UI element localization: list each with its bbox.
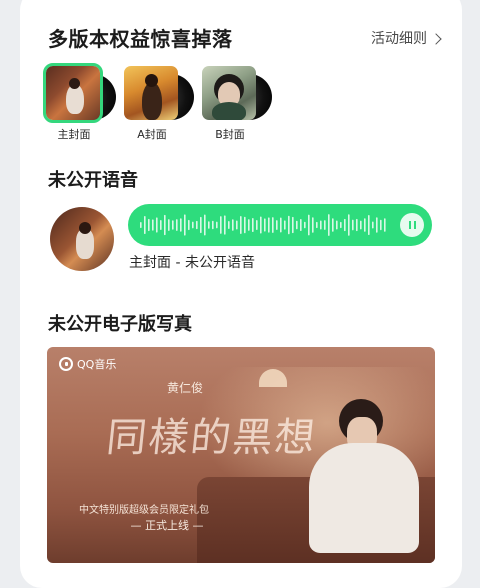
cover-thumbnail-b xyxy=(202,66,256,120)
waveform-bar xyxy=(220,216,222,234)
photobook-poster[interactable]: QQ音乐 黄仁俊 同樣的黑想 中文特别版超级会员限定礼包 — 正式上线 — xyxy=(47,347,435,563)
waveform-bar xyxy=(280,217,282,233)
cover-thumbnail-main xyxy=(43,63,103,123)
waveform xyxy=(140,214,386,236)
waveform-bar xyxy=(212,220,214,230)
waveform-bar xyxy=(168,219,170,231)
waveform-bar xyxy=(264,218,266,232)
waveform-bar xyxy=(144,215,146,235)
versions-title: 多版本权益惊喜掉落 xyxy=(48,27,233,51)
waveform-bar xyxy=(324,220,326,230)
waveform-bar xyxy=(140,222,142,228)
poster-artist: 黄仁俊 xyxy=(167,381,204,395)
waveform-bar xyxy=(208,221,210,229)
waveform-bar xyxy=(320,220,322,230)
waveform-bar xyxy=(156,217,158,233)
waveform-bar xyxy=(224,215,226,235)
waveform-bar xyxy=(184,214,186,236)
cover-option-a[interactable]: A封面 xyxy=(124,66,204,146)
voice-cover-thumbnail xyxy=(50,207,114,271)
waveform-bar xyxy=(248,219,250,231)
waveform-bar xyxy=(228,221,230,229)
waveform-bar xyxy=(256,220,258,230)
waveform-bar xyxy=(160,220,162,230)
pause-icon xyxy=(408,221,411,229)
chevron-right-icon xyxy=(430,33,442,45)
waveform-bar xyxy=(384,218,386,232)
waveform-bar xyxy=(288,215,290,235)
waveform-bar xyxy=(292,216,294,234)
waveform-bar xyxy=(188,219,190,231)
waveform-bar xyxy=(164,214,166,236)
cover-label-a: A封面 xyxy=(137,128,167,141)
activity-rules-label: 活动细则 xyxy=(371,31,427,47)
waveform-bar xyxy=(336,220,338,230)
waveform-bar xyxy=(300,218,302,232)
waveform-bar xyxy=(352,219,354,231)
waveform-bar xyxy=(276,220,278,230)
waveform-bar xyxy=(152,219,154,231)
waveform-bar xyxy=(252,217,254,233)
photobook-section-title: 未公开电子版写真 xyxy=(48,314,192,335)
waveform-bar xyxy=(196,220,198,230)
waveform-bar xyxy=(268,217,270,233)
poster-subtitle: 中文特别版超级会员限定礼包 xyxy=(79,505,209,516)
cover-label-main: 主封面 xyxy=(57,128,91,141)
cover-thumbnail-a xyxy=(124,66,178,120)
waveform-bar xyxy=(308,214,310,236)
waveform-bar xyxy=(172,220,174,230)
waveform-bar xyxy=(176,219,178,231)
waveform-bar xyxy=(344,218,346,232)
waveform-bar xyxy=(312,217,314,233)
waveform-bar xyxy=(316,221,318,229)
waveform-bar xyxy=(236,220,238,230)
voice-section-title: 未公开语音 xyxy=(48,170,138,191)
waveform-bar xyxy=(216,221,218,229)
waveform-bar xyxy=(304,221,306,229)
activity-rules-link[interactable]: 活动细则 xyxy=(371,28,442,50)
versions-header: 多版本权益惊喜掉落 活动细则 xyxy=(48,24,442,54)
waveform-bar xyxy=(204,214,206,236)
qq-music-logo: QQ音乐 xyxy=(59,356,116,372)
qq-music-icon xyxy=(59,357,73,371)
waveform-bar xyxy=(192,221,194,229)
waveform-bar xyxy=(180,218,182,232)
waveform-bar xyxy=(240,216,242,234)
waveform-bar xyxy=(372,221,374,229)
waveform-bar xyxy=(380,219,382,231)
waveform-bar xyxy=(244,216,246,234)
waveform-bar xyxy=(296,220,298,230)
waveform-bar xyxy=(260,216,262,234)
waveform-bar xyxy=(272,217,274,233)
waveform-bar xyxy=(328,214,330,236)
waveform-bar xyxy=(376,217,378,233)
waveform-bar xyxy=(200,216,202,234)
voice-player[interactable] xyxy=(128,204,432,246)
cover-option-main[interactable]: 主封面 xyxy=(43,63,126,146)
poster-launch-text: — 正式上线 — xyxy=(130,519,204,532)
waveform-bar xyxy=(340,221,342,229)
waveform-bar xyxy=(356,218,358,232)
waveform-bar xyxy=(364,218,366,232)
waveform-bar xyxy=(348,214,350,236)
pause-button[interactable] xyxy=(400,213,424,237)
waveform-bar xyxy=(360,220,362,230)
waveform-bar xyxy=(332,218,334,232)
waveform-bar xyxy=(232,219,234,231)
waveform-bar xyxy=(368,214,370,236)
cover-option-b[interactable]: B封面 xyxy=(202,66,282,146)
cover-label-b: B封面 xyxy=(215,128,245,141)
waveform-bar xyxy=(148,218,150,232)
cover-selector: 主封面 A封面 B封面 xyxy=(43,63,286,146)
waveform-bar xyxy=(284,220,286,230)
poster-album-title: 同樣的黑想 xyxy=(104,415,319,461)
voice-caption: 主封面 - 未公开语音 xyxy=(129,255,255,271)
